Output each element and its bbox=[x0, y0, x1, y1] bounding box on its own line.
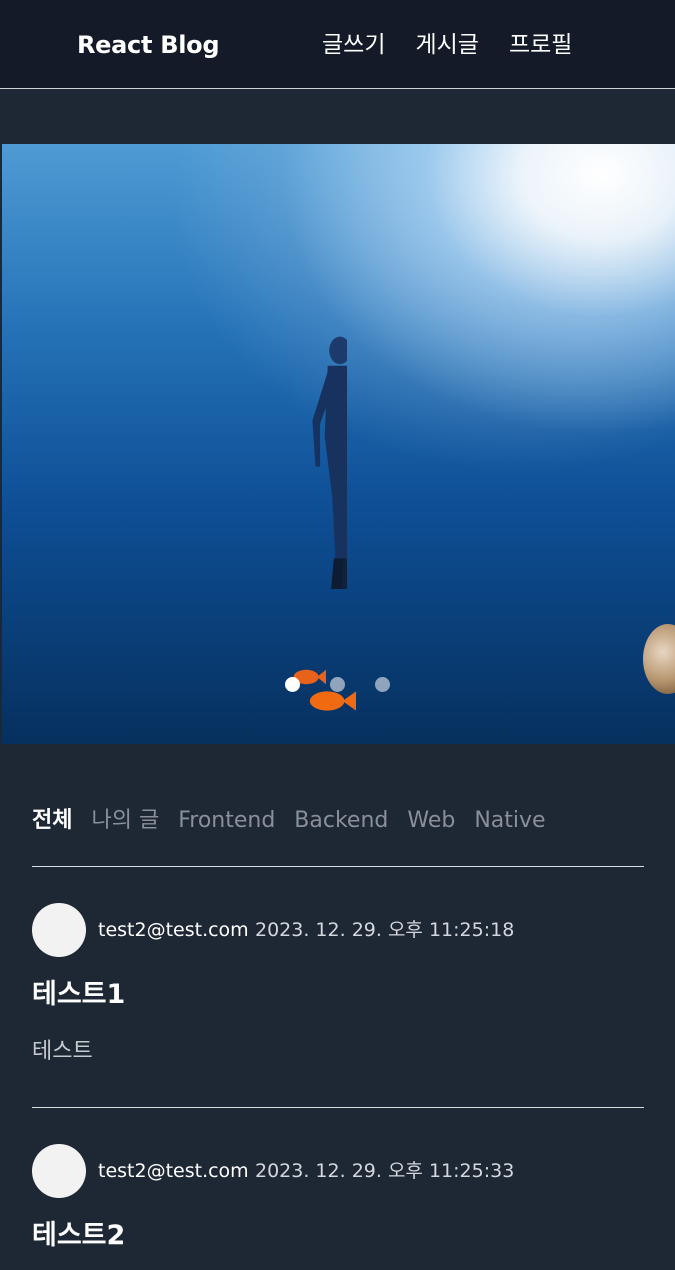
post-item[interactable]: test2@test.com 2023. 12. 29. 오후 11:25:33… bbox=[32, 1144, 644, 1270]
carousel-dot-2[interactable] bbox=[330, 677, 345, 692]
avatar bbox=[32, 903, 86, 957]
site-logo[interactable]: React Blog bbox=[77, 27, 220, 63]
post-item[interactable]: test2@test.com 2023. 12. 29. 오후 11:25:18… bbox=[32, 903, 644, 1103]
post-author: test2@test.com bbox=[98, 919, 249, 941]
main-nav: 글쓰기 게시글 프로필 bbox=[322, 27, 572, 63]
category-tabs: 전체 나의 글 Frontend Backend Web Native bbox=[32, 800, 546, 842]
post-date: 2023. 12. 29. 오후 11:25:18 bbox=[255, 919, 515, 941]
post-author: test2@test.com bbox=[98, 1160, 249, 1182]
tab-web[interactable]: Web bbox=[407, 800, 455, 842]
post-title[interactable]: 테스트2 bbox=[32, 1216, 125, 1256]
tab-all[interactable]: 전체 bbox=[32, 800, 72, 842]
tab-native[interactable]: Native bbox=[474, 800, 545, 842]
post-divider bbox=[32, 1107, 644, 1108]
diver-figure bbox=[312, 336, 347, 589]
site-header: React Blog 글쓰기 게시글 프로필 bbox=[0, 0, 675, 89]
nav-write[interactable]: 글쓰기 bbox=[322, 27, 385, 63]
avatar bbox=[32, 1144, 86, 1198]
post-body: 테스트 bbox=[32, 1039, 93, 1064]
tab-my-posts[interactable]: 나의 글 bbox=[91, 800, 159, 842]
carousel-dot-3[interactable] bbox=[375, 677, 390, 692]
carousel-dots bbox=[285, 677, 390, 692]
hero-carousel[interactable] bbox=[2, 144, 675, 744]
post-title[interactable]: 테스트1 bbox=[32, 975, 125, 1015]
post-date: 2023. 12. 29. 오후 11:25:33 bbox=[255, 1160, 515, 1182]
tabs-divider bbox=[32, 866, 644, 867]
nav-profile[interactable]: 프로필 bbox=[509, 27, 572, 63]
tab-backend[interactable]: Backend bbox=[294, 800, 388, 842]
nav-posts[interactable]: 게시글 bbox=[415, 27, 478, 63]
tab-frontend[interactable]: Frontend bbox=[178, 800, 275, 842]
carousel-dot-1[interactable] bbox=[285, 677, 300, 692]
